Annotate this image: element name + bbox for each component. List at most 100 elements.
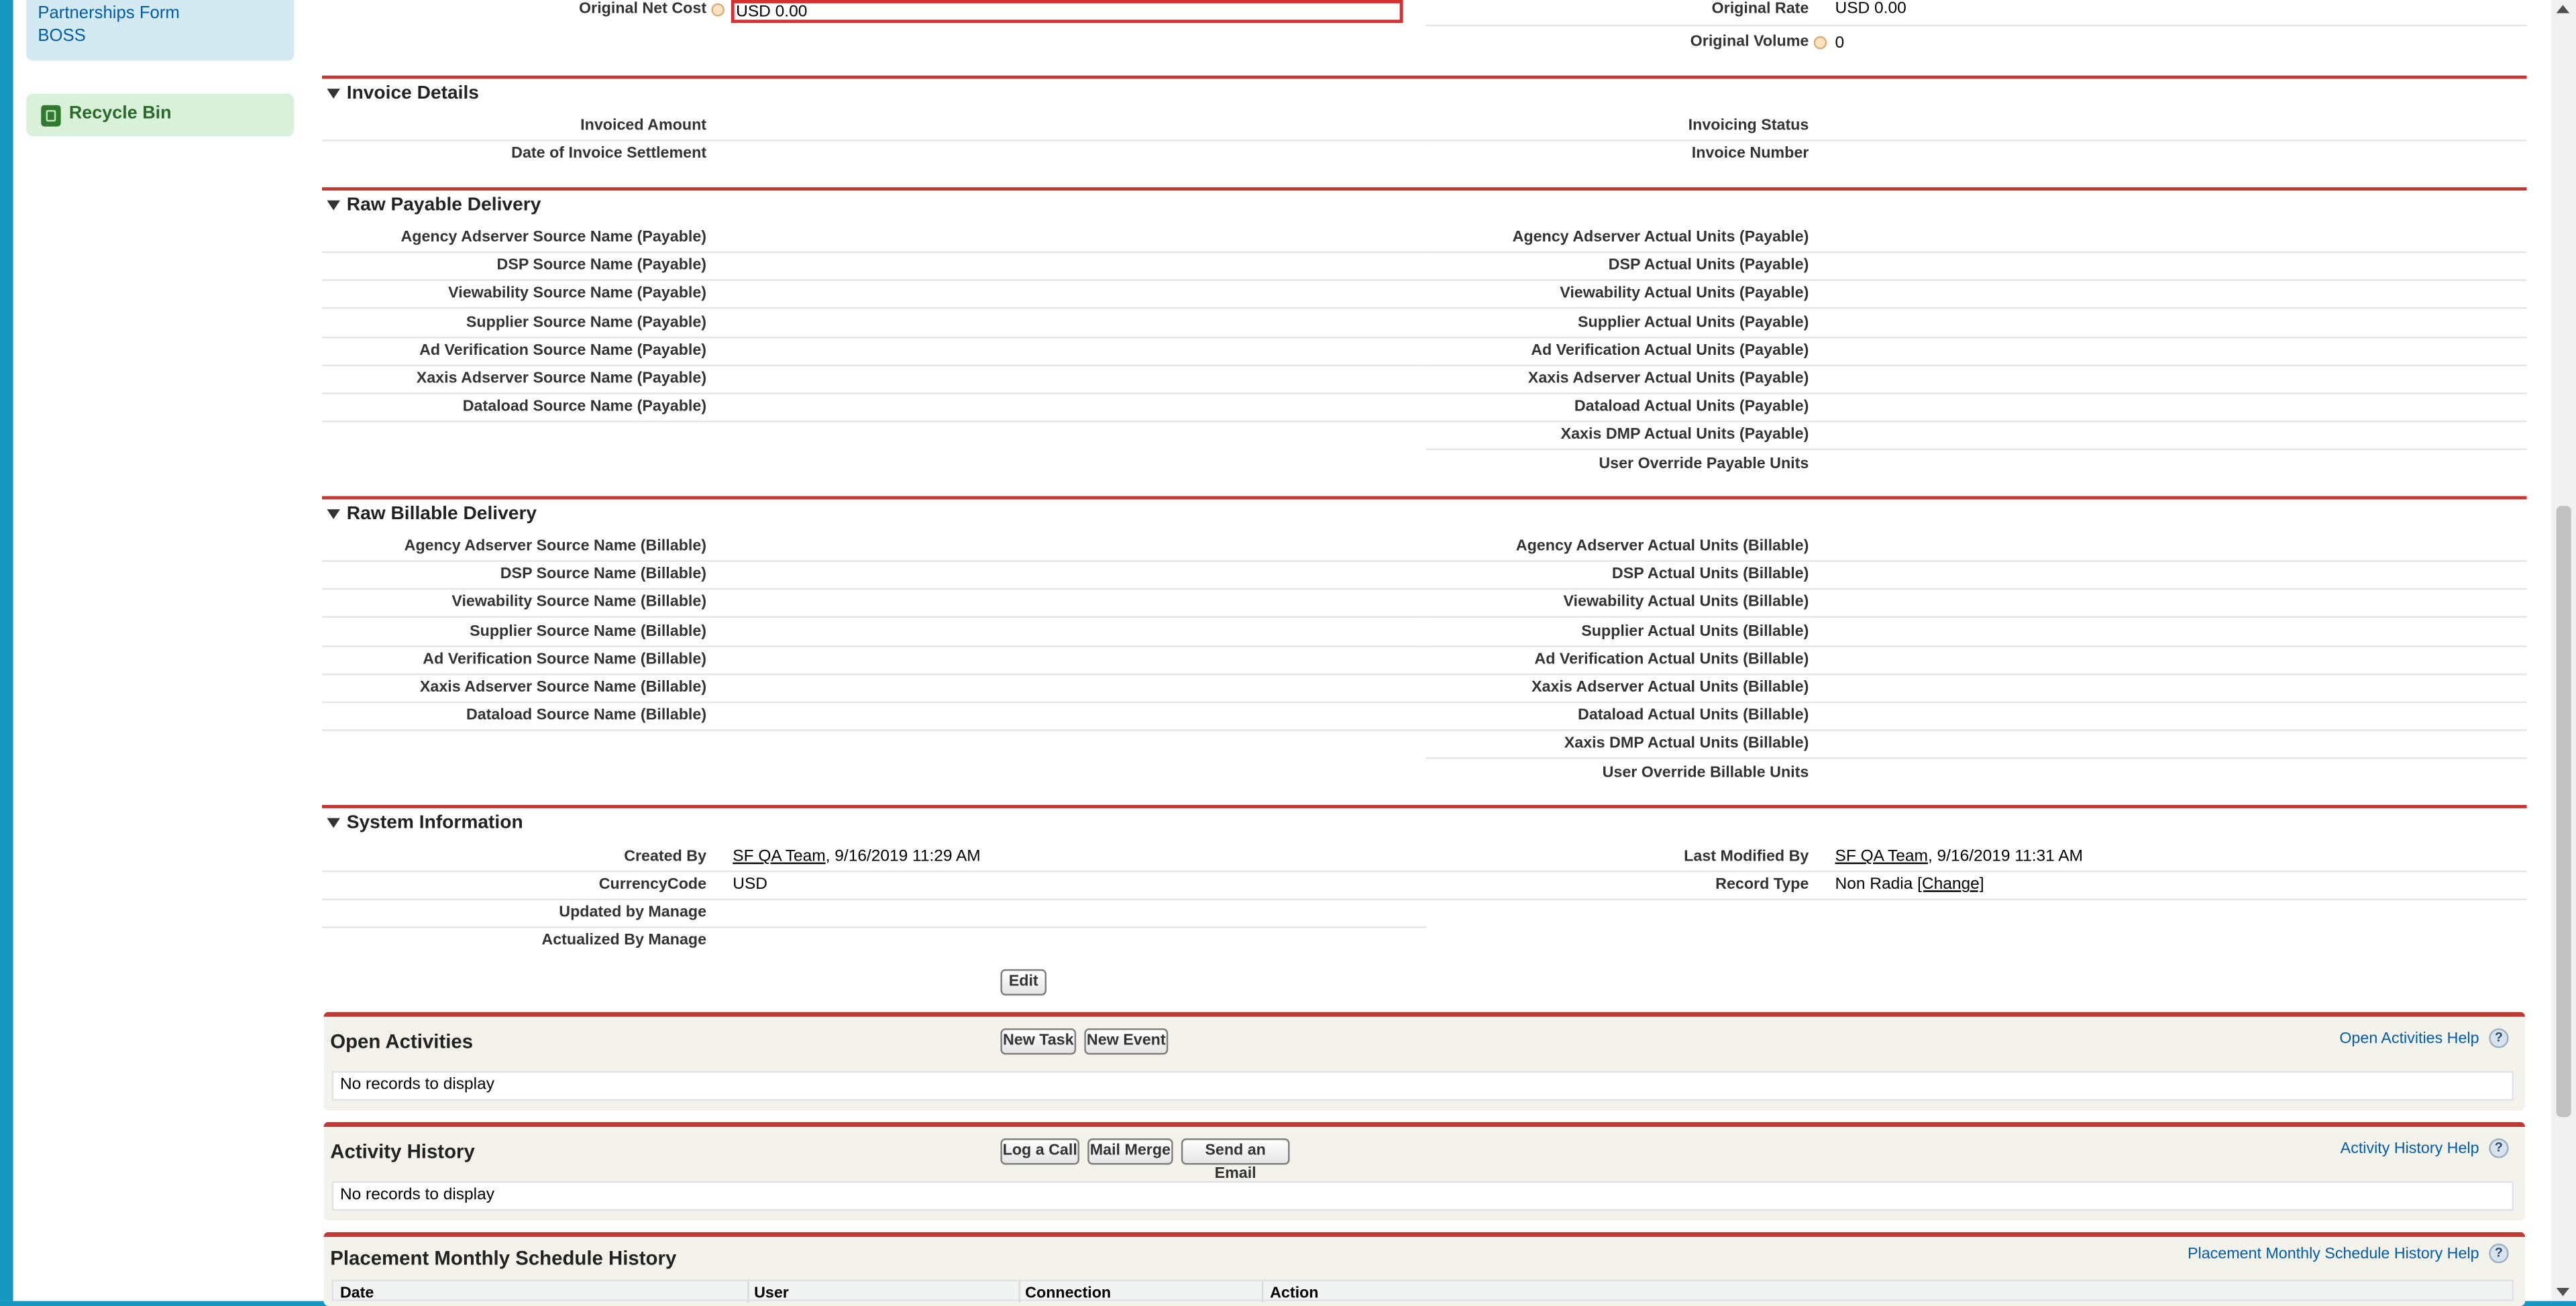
divider [1426, 560, 2527, 562]
schedule-history-title: Placement Monthly Schedule History [330, 1246, 677, 1270]
field-label: Supplier Source Name (Billable) [470, 622, 707, 641]
field-label: DSP Actual Units (Billable) [1611, 565, 1809, 584]
field-label: Viewability Source Name (Payable) [448, 284, 707, 303]
column-header-connection[interactable]: Connection [1025, 1285, 1111, 1303]
field-label: Dataload Source Name (Billable) [466, 706, 707, 725]
field-label: DSP Source Name (Billable) [500, 565, 707, 584]
schedule-history-table-header: Date User Connection Action [331, 1279, 2514, 1303]
field-label: Supplier Source Name (Payable) [466, 313, 707, 331]
section-rule [322, 75, 2527, 79]
field-label: Dataload Source Name (Payable) [462, 398, 707, 417]
modified-by-user-link[interactable]: SF QA Team [1835, 848, 1928, 866]
send-an-email-button[interactable]: Send an Email [1181, 1138, 1290, 1183]
open-activities-empty: No records to display [331, 1071, 2514, 1101]
schedule-history-help-link[interactable]: Placement Monthly Schedule History Help [2188, 1245, 2479, 1263]
field-label: Xaxis Adserver Source Name (Billable) [419, 678, 707, 697]
record-type-change-link[interactable]: [Change] [1917, 875, 1984, 893]
recycle-bin-label: Recycle Bin [68, 103, 172, 123]
field-label: Invoiced Amount [580, 116, 707, 135]
divider [322, 701, 1426, 704]
created-by-label: Created By [624, 847, 707, 866]
field-label: Dataload Actual Units (Billable) [1578, 706, 1809, 725]
section-title-invoice-details[interactable]: Invoice Details [347, 84, 479, 103]
help-icon[interactable]: ? [2489, 1138, 2509, 1158]
sidebar-link-boss[interactable]: BOSS [26, 25, 294, 48]
divider [322, 421, 1426, 423]
field-label: Date of Invoice Settlement [511, 144, 707, 163]
collapse-triangle-icon[interactable] [327, 509, 340, 519]
field-label: Xaxis DMP Actual Units (Billable) [1564, 734, 1809, 753]
field-label: Ad Verification Actual Units (Billable) [1534, 650, 1809, 669]
edit-button[interactable]: Edit [1000, 969, 1047, 996]
divider [322, 560, 1426, 562]
open-activities-help-link[interactable]: Open Activities Help [2339, 1030, 2479, 1048]
divider [322, 279, 1426, 282]
field-label: Agency Adserver Actual Units (Payable) [1512, 228, 1809, 247]
field-label: Supplier Actual Units (Billable) [1581, 622, 1809, 641]
collapse-triangle-icon[interactable] [327, 200, 340, 211]
divider [322, 364, 1426, 366]
divider [1426, 616, 2527, 618]
divider [322, 307, 1426, 310]
last-modified-by-label: Last Modified By [1684, 847, 1809, 866]
original-volume-label: Original Volume [1690, 32, 1809, 51]
new-task-button[interactable]: New Task [1000, 1028, 1077, 1055]
field-label: DSP Actual Units (Payable) [1608, 256, 1809, 275]
column-header-date[interactable]: Date [340, 1285, 374, 1303]
original-net-cost-input[interactable]: USD 0.00 [731, 0, 1403, 23]
divider [1426, 140, 2527, 142]
divider [1426, 251, 2527, 254]
divider [1426, 645, 2527, 647]
open-activities-title: Open Activities [330, 1030, 474, 1053]
field-label: Agency Adserver Source Name (Payable) [400, 228, 707, 247]
page-scrollbar[interactable] [2551, 0, 2576, 1301]
divider [322, 898, 2527, 901]
divider [322, 140, 1426, 142]
divider [322, 926, 1426, 928]
scroll-up-arrow-icon[interactable] [2556, 5, 2570, 13]
field-label: Xaxis Adserver Actual Units (Billable) [1532, 678, 1809, 697]
divider [322, 392, 1426, 394]
divider [1426, 673, 2527, 675]
collapse-triangle-icon[interactable] [327, 89, 340, 99]
section-title-raw-billable-delivery[interactable]: Raw Billable Delivery [347, 504, 537, 524]
divider [322, 673, 1426, 675]
original-rate-label: Original Rate [1711, 0, 1809, 18]
scrollbar-thumb[interactable] [2556, 506, 2571, 1118]
activity-history-help-link[interactable]: Activity History Help [2341, 1140, 2479, 1158]
created-by-user-link[interactable]: SF QA Team [733, 848, 825, 866]
help-icon[interactable]: ? [2489, 1243, 2509, 1264]
sidebar-custom-links: Partnerships Form BOSS [26, 0, 294, 61]
field-label: Dataload Actual Units (Payable) [1574, 398, 1809, 417]
new-event-button[interactable]: New Event [1084, 1028, 1169, 1055]
original-volume-value: 0 [1835, 34, 1845, 53]
section-title-raw-payable-delivery[interactable]: Raw Payable Delivery [347, 195, 541, 215]
info-icon[interactable] [711, 3, 725, 17]
record-type-label: Record Type [1715, 875, 1809, 894]
updated-by-manage-label: Updated by Manage [559, 903, 707, 922]
actualized-by-manage-label: Actualized By Manage [541, 931, 707, 950]
last-modified-by-value: SF QA Team, 9/16/2019 11:31 AM [1835, 848, 2083, 866]
activity-history-empty: No records to display [331, 1181, 2514, 1211]
created-by-value: SF QA Team, 9/16/2019 11:29 AM [733, 848, 980, 866]
info-icon[interactable] [1813, 36, 1827, 50]
column-header-user[interactable]: User [754, 1285, 789, 1303]
field-label: Viewability Actual Units (Payable) [1560, 284, 1809, 303]
field-label: User Override Billable Units [1602, 763, 1809, 781]
collapse-triangle-icon[interactable] [327, 818, 340, 828]
help-icon[interactable]: ? [2489, 1028, 2509, 1048]
log-a-call-button[interactable]: Log a Call [1000, 1138, 1079, 1165]
divider [1426, 336, 2527, 338]
mail-merge-button[interactable]: Mail Merge [1087, 1138, 1173, 1165]
section-title-system-information[interactable]: System Information [347, 813, 523, 832]
currency-code-label: CurrencyCode [598, 875, 707, 894]
column-header-action[interactable]: Action [1270, 1285, 1318, 1303]
section-rule [322, 496, 2527, 500]
column-divider [1018, 1281, 1020, 1303]
sidebar-link-partnerships-form[interactable]: Partnerships Form [26, 1, 294, 24]
modified-by-date: , 9/16/2019 11:31 AM [1927, 847, 2083, 866]
recycle-bin[interactable]: Recycle Bin [26, 93, 294, 137]
field-label: Invoice Number [1691, 144, 1809, 163]
recycle-bin-icon [41, 105, 61, 127]
scroll-down-arrow-icon[interactable] [2556, 1288, 2570, 1297]
